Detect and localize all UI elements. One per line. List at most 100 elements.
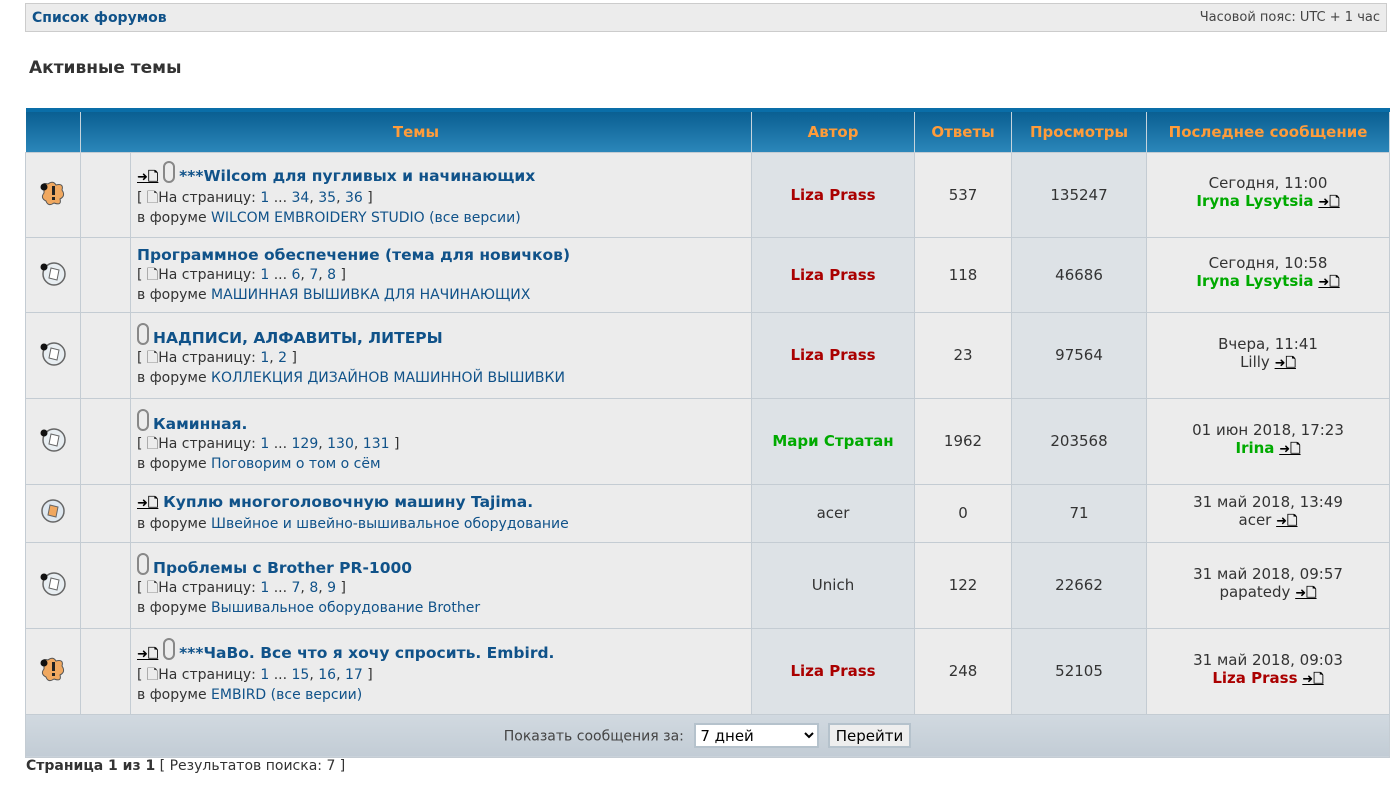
go-to-last-post-icon[interactable]: ➜🗋 [1302,672,1323,687]
page-link[interactable]: 7 [292,580,301,596]
pagination-links: [ 🗋На страницу: 1 ... 6, 7, 8 ] [137,266,346,283]
author-link[interactable]: acer [817,504,850,522]
views-count: 135247 [1011,151,1148,238]
page-link[interactable]: 15 [292,667,310,683]
header-replies[interactable]: Ответы [914,108,1013,152]
replies-count: 248 [914,627,1013,715]
topic-title[interactable]: НАДПИСИ, АЛФАВИТЫ, ЛИТЕРЫ [153,329,443,347]
forum-link[interactable]: WILCOM EMBROIDERY STUDIO (все версии) [211,210,521,226]
period-select[interactable]: 7 дней [694,723,820,748]
forum-link[interactable]: МАШИННАЯ ВЫШИВКА ДЛЯ НАЧИНАЮЩИХ [211,287,530,303]
new-post-icon[interactable]: ➜🗋 [137,170,158,185]
topic-title[interactable]: ***Wilcom для пугливых и начинающих [179,167,535,185]
topics-table: Темы Автор Ответы Просмотры Последнее со… [24,108,1391,758]
page-link[interactable]: 1 [260,580,269,596]
page-info: Страница 1 из 1 [26,758,156,774]
page-link[interactable]: 130 [327,436,354,452]
topic-title[interactable]: Каминная. [153,415,247,433]
table-row: Программное обеспечение (тема для новичк… [25,236,1391,313]
nav-bar: Список форумов Часовой пояс: UTC + 1 час [25,3,1387,32]
page-link[interactable]: 6 [292,267,301,283]
page-icon: 🗋 [146,266,159,283]
topic-title[interactable]: ***ЧаВо. Все что я хочу спросить. Embird… [179,644,554,662]
page-link[interactable]: 16 [318,667,336,683]
page-link[interactable]: 8 [327,267,336,283]
forum-list-link[interactable]: Список форумов [32,10,167,26]
attachment-icon [163,637,176,660]
go-to-last-post-icon[interactable]: ➜🗋 [1276,514,1297,529]
page-link[interactable]: 8 [309,580,318,596]
hot-topic-icon [38,178,68,212]
go-button[interactable]: Перейти [827,723,912,748]
page-link[interactable]: 129 [292,436,319,452]
replies-count: 23 [914,311,1013,399]
table-row: ➜🗋 ***ЧаВо. Все что я хочу спросить. Emb… [25,627,1391,715]
last-post-author[interactable]: Iryna Lysytsia [1196,192,1313,210]
forum-link[interactable]: EMBIRD (все версии) [211,687,362,703]
replies-count: 1962 [914,397,1013,485]
table-row: ➜🗋 ***Wilcom для пугливых и начинающих [… [25,151,1391,238]
replies-count: 537 [914,151,1013,238]
replies-count: 118 [914,236,1013,313]
attachment-icon [137,408,149,431]
last-post-author[interactable]: papatedy [1219,583,1290,601]
attachment-icon [137,552,149,575]
page-link[interactable]: 1 [260,267,269,283]
last-post-author[interactable]: Lilly [1240,353,1270,371]
page-link[interactable]: 131 [363,436,390,452]
go-to-last-post-icon[interactable]: ➜🗋 [1295,586,1316,601]
page-link[interactable]: 36 [345,190,363,206]
topic-title[interactable]: Куплю многоголовочную машину Tajima. [163,493,533,511]
pagination-links: [ 🗋На страницу: 1, 2 ] [137,349,297,366]
last-post-author[interactable]: Liza Prass [1212,669,1297,687]
replies-count: 122 [914,541,1013,629]
last-post-author[interactable]: acer [1239,511,1272,529]
forum-link[interactable]: Вышивальное оборудование Brother [211,600,480,616]
pagination-links: [ 🗋На страницу: 1 ... 34, 35, 36 ] [137,190,373,206]
page-link[interactable]: 1 [260,667,269,683]
views-count: 46686 [1011,236,1148,313]
last-post-author[interactable]: Iryna Lysytsia [1196,272,1313,290]
page-link[interactable]: 1 [260,350,269,366]
page-link[interactable]: 17 [345,667,363,683]
page-link[interactable]: 7 [309,267,318,283]
page-icon: 🗋 [146,579,159,596]
go-to-last-post-icon[interactable]: ➜🗋 [1275,356,1296,371]
topic-title[interactable]: Проблемы с Brother PR-1000 [153,559,412,577]
header-author[interactable]: Автор [751,108,916,152]
author-link[interactable]: Liza Prass [790,266,875,284]
forum-link[interactable]: Поговорим о том о сём [211,456,380,472]
author-link[interactable]: Unich [812,576,854,594]
author-link[interactable]: Liza Prass [790,346,875,364]
new-post-icon[interactable]: ➜🗋 [137,496,158,511]
topic-icon [38,258,68,292]
header-topics[interactable]: Темы [80,108,753,152]
page-link[interactable]: 1 [260,436,269,452]
page-link[interactable]: 9 [327,580,336,596]
page-link[interactable]: 1 [260,190,269,206]
author-link[interactable]: Liza Prass [790,662,875,680]
topic-title[interactable]: Программное обеспечение (тема для новичк… [137,246,570,264]
last-post-time: Вчера, 11:41 [1218,334,1318,353]
go-to-last-post-icon[interactable]: ➜🗋 [1318,195,1339,210]
header-views[interactable]: Просмотры [1011,108,1148,152]
search-results-count: [ Результатов поиска: 7 ] [159,758,346,774]
page-icon: 🗋 [146,190,159,206]
page-icon: 🗋 [146,435,159,452]
last-post-author[interactable]: Irina [1235,439,1274,457]
forum-link[interactable]: Швейное и швейно-вышивальное оборудовани… [211,516,569,532]
views-count: 97564 [1011,311,1148,399]
go-to-last-post-icon[interactable]: ➜🗋 [1318,275,1339,290]
author-link[interactable]: Liza Prass [790,186,875,204]
table-row: Проблемы с Brother PR-1000 [ 🗋На страниц… [25,541,1391,629]
new-post-icon[interactable]: ➜🗋 [137,647,158,662]
page-icon: 🗋 [146,666,159,683]
go-to-last-post-icon[interactable]: ➜🗋 [1279,442,1300,457]
page-link[interactable]: 35 [318,190,336,206]
author-link[interactable]: Мари Стратан [772,432,893,450]
page-link[interactable]: 34 [292,190,310,206]
forum-link[interactable]: КОЛЛЕКЦИЯ ДИЗАЙНОВ МАШИННОЙ ВЫШИВКИ [211,370,565,386]
unread-topic-icon [38,496,68,530]
page-link[interactable]: 2 [278,350,287,366]
header-last-post[interactable]: Последнее сообщение [1146,108,1391,152]
